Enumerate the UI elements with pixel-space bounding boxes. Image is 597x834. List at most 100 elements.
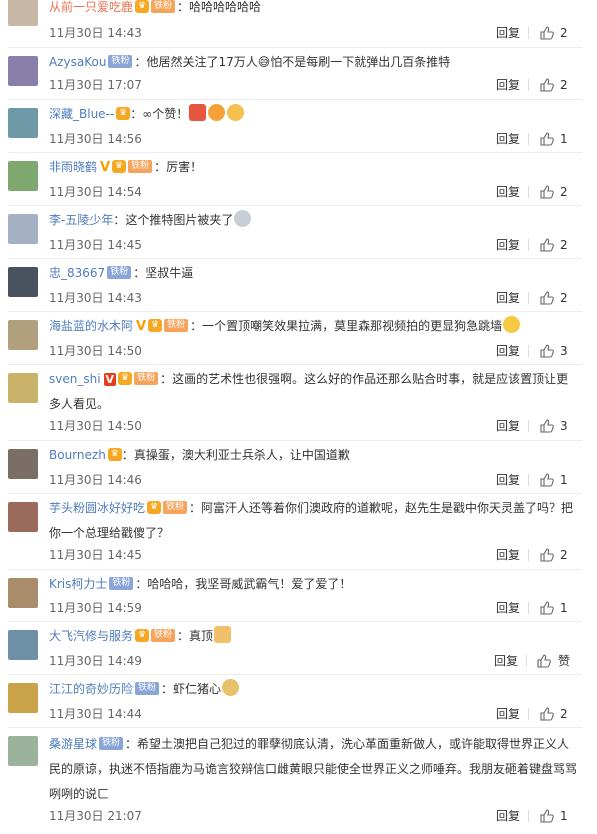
- reply-button[interactable]: 回复: [496, 288, 520, 308]
- comment-body: Kris柯力士 铁粉 ：哈哈哈，我坚哥威武霸气！爱了爱了！: [49, 577, 352, 591]
- comment-text: 坚叔牛逼: [145, 266, 194, 280]
- comment-username[interactable]: 海盐蓝的水木阿: [49, 319, 133, 333]
- thumbs-up-icon[interactable]: [539, 78, 554, 92]
- avatar[interactable]: [8, 502, 38, 532]
- comment-body: sven_shi V ♛ 铁粉 ：这画的艺术性也很强啊。这么好的作品还那么贴合时事，就是…: [49, 372, 569, 411]
- comment-time: 11月30日 14:54: [49, 185, 142, 199]
- comment-username[interactable]: 江江的奇妙历险: [49, 682, 133, 696]
- emoji-icon: [208, 104, 226, 121]
- thumbs-up-icon[interactable]: [539, 344, 554, 358]
- thumbs-up-icon[interactable]: [539, 419, 554, 433]
- reply-button[interactable]: 回复: [496, 235, 520, 255]
- comment-body: 大飞汽修与服务 ♛ 铁粉 ：真顶: [49, 624, 579, 649]
- avatar[interactable]: [8, 320, 38, 350]
- comment-item: 忠_83667 铁粉 ：坚叔牛逼 11月30日 14:43 回复 2: [0, 259, 590, 312]
- reply-button[interactable]: 回复: [496, 470, 520, 490]
- comment-actions: 回复 1: [496, 470, 570, 490]
- comment-text: 哈哈哈哈哈哈: [189, 0, 262, 14]
- fan-badge: 铁粉: [163, 501, 188, 514]
- divider: [528, 133, 529, 145]
- avatar[interactable]: [8, 161, 38, 191]
- reply-button[interactable]: 回复: [496, 598, 520, 618]
- member-icon: ♛: [135, 0, 150, 13]
- thumbs-up-icon[interactable]: [539, 473, 554, 487]
- avatar[interactable]: [8, 683, 38, 713]
- thumbs-up-icon[interactable]: [539, 548, 554, 562]
- comment-username[interactable]: Bournezh: [49, 448, 106, 462]
- like-count: 2: [560, 707, 568, 721]
- thumbs-up-icon[interactable]: [539, 185, 554, 199]
- verified-icon: V: [136, 319, 147, 334]
- thumbs-up-icon[interactable]: [539, 809, 554, 823]
- comment-username[interactable]: 从前一只爱吃鹿: [49, 0, 133, 14]
- reply-button[interactable]: 回复: [496, 704, 520, 724]
- comment-username[interactable]: 忠_83667: [49, 266, 105, 280]
- comment-username[interactable]: 深藏_Blue--: [49, 107, 114, 121]
- emoji-icon: [227, 104, 245, 121]
- comment-item: 桑游星球 铁粉 ：希望土澳把自己犯过的罪孽彻底认清，洗心革面重新做人，或许能取得世界…: [0, 728, 590, 834]
- member-icon: ♛: [147, 501, 162, 514]
- avatar[interactable]: [8, 0, 38, 26]
- reply-button[interactable]: 回复: [496, 129, 520, 149]
- reply-button[interactable]: 回复: [496, 545, 520, 565]
- comment-list: 从前一只爱吃鹿 ♛ 铁粉 ：哈哈哈哈哈哈 11月30日 14:43 回复 2 Azys…: [0, 0, 597, 834]
- comment-actions: 回复 1: [496, 806, 570, 826]
- thumbs-up-icon[interactable]: [537, 654, 552, 668]
- thumbs-up-icon[interactable]: [539, 707, 554, 721]
- comment-text: 真操蛋，澳大利亚士兵杀人，让中国道歉: [133, 448, 350, 462]
- divider: [528, 708, 529, 720]
- avatar[interactable]: [8, 373, 38, 403]
- comment-item: 深藏_Blue-- ♛ ：∞个赞！ 11月30日 14:56 回复 1: [0, 100, 590, 153]
- comment-actions: 回复 1: [496, 129, 570, 149]
- thumbs-up-icon[interactable]: [539, 291, 554, 305]
- avatar[interactable]: [8, 214, 38, 244]
- avatar[interactable]: [8, 108, 38, 138]
- divider: [528, 810, 529, 822]
- avatar[interactable]: [8, 578, 38, 608]
- avatar[interactable]: [8, 267, 38, 297]
- comment-text: 他居然关注了17万人😅怕不是每刷一下就弹出几百条推特: [146, 55, 451, 69]
- comment-username[interactable]: 大飞汽修与服务: [49, 629, 133, 643]
- avatar[interactable]: [8, 56, 38, 86]
- verified-icon: V: [100, 160, 111, 175]
- thumbs-up-icon[interactable]: [539, 601, 554, 615]
- divider: [525, 655, 527, 667]
- thumbs-up-icon[interactable]: [539, 238, 554, 252]
- reply-button[interactable]: 回复: [496, 75, 520, 95]
- comment-body: 深藏_Blue-- ♛ ：∞个赞！: [49, 102, 579, 127]
- avatar[interactable]: [8, 736, 38, 766]
- comment-username[interactable]: 非雨晓鹤: [49, 160, 97, 174]
- comment-item: Bournezh ♛ ：真操蛋，澳大利亚士兵杀人，让中国道歉 11月30日 14:4…: [0, 441, 590, 494]
- comment-actions: 回复 2: [496, 75, 570, 95]
- comment-item: sven_shi V ♛ 铁粉 ：这画的艺术性也很强啊。这么好的作品还那么贴合时事，就是…: [0, 365, 590, 441]
- reply-button[interactable]: 回复: [496, 341, 520, 361]
- comment-time: 11月30日 21:07: [49, 809, 142, 823]
- avatar[interactable]: [8, 630, 38, 660]
- comment-username[interactable]: 桑游星球: [49, 737, 97, 751]
- comment-username[interactable]: 芋头粉圆冰好好吃: [49, 501, 145, 515]
- reply-button[interactable]: 回复: [496, 23, 520, 43]
- comment-text: 一个置顶嘲笑效果拉满，莫里森那视频拍的更显狗急跳墙: [202, 319, 503, 333]
- reply-button[interactable]: 回复: [496, 806, 520, 826]
- fan-badge: 铁粉: [108, 55, 133, 68]
- comment-actions: 回复 2: [496, 235, 570, 255]
- thumbs-up-icon[interactable]: [539, 26, 554, 40]
- reply-button[interactable]: 回复: [494, 651, 518, 671]
- comment-username[interactable]: sven_shi: [49, 372, 101, 386]
- avatar[interactable]: [8, 449, 38, 479]
- divider: [528, 27, 529, 39]
- fan-badge: 铁粉: [99, 737, 124, 750]
- reply-button[interactable]: 回复: [496, 416, 520, 436]
- comment-actions: 回复 2: [496, 182, 570, 202]
- reply-button[interactable]: 回复: [496, 182, 520, 202]
- member-icon: ♛: [116, 107, 131, 120]
- fan-badge: 铁粉: [135, 682, 160, 695]
- thumbs-up-emoji-icon: [214, 626, 232, 643]
- comment-username[interactable]: 李-五陵少年: [49, 213, 113, 227]
- comment-username[interactable]: AzysaKou: [49, 55, 106, 69]
- like-count: 2: [560, 78, 568, 92]
- like-count: 1: [560, 473, 568, 487]
- comment-username[interactable]: Kris柯力士: [49, 577, 107, 591]
- emoji-icon: [222, 679, 240, 696]
- thumbs-up-icon[interactable]: [539, 132, 554, 146]
